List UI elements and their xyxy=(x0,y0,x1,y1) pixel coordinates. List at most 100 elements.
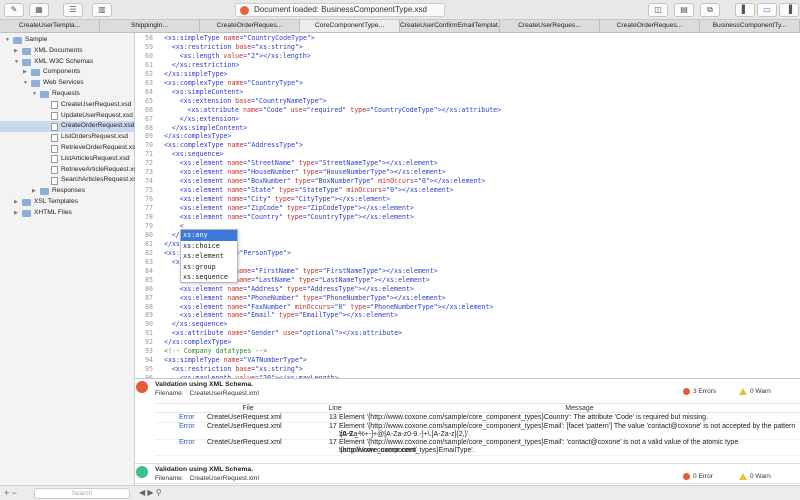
code-line[interactable]: 67 </xs:extension> xyxy=(135,115,800,124)
autocomplete-option[interactable]: xs:group xyxy=(181,262,237,273)
code-line[interactable]: 62 </xs:simpleType> xyxy=(135,70,800,79)
code-line[interactable]: 70 <xs:complexType name="AddressType"> xyxy=(135,141,800,150)
tree-node[interactable]: UpdateUserRequest.xsd xyxy=(0,111,135,122)
panel-center-icon[interactable]: ▭ xyxy=(757,3,777,17)
code-line[interactable]: 72 <xs:element name="StreetName" type="St… xyxy=(135,159,800,168)
code-token: ></xs:element> xyxy=(358,204,414,213)
disclosure-open-icon[interactable]: ▼ xyxy=(32,89,37,100)
code-line[interactable]: 90 </xs:sequence> xyxy=(135,320,800,329)
code-line[interactable]: 93 <!-- Company datatypes --> xyxy=(135,347,800,356)
tree-node[interactable]: ListArticlesRequest.xsd xyxy=(0,154,135,165)
disclosure-closed-icon[interactable]: ▶ xyxy=(14,46,18,57)
panel-right-icon[interactable]: ▐ xyxy=(779,3,799,17)
code-line[interactable]: 88 <xs:element name="FaxNumber" minOccurs… xyxy=(135,303,800,312)
code-line[interactable]: 59 <xs:restriction base="xs:string"> xyxy=(135,43,800,52)
code-line[interactable]: 63 <xs:complexType name="CountryType"> xyxy=(135,79,800,88)
disclosure-open-icon[interactable]: ▼ xyxy=(23,78,28,89)
code-text: <xs:restriction base="xs:string"> xyxy=(172,365,303,374)
autocomplete-option[interactable]: xs:any xyxy=(181,230,237,241)
autocomplete-option[interactable]: xs:element xyxy=(181,251,237,262)
tree-node[interactable]: ▶ XML Documents xyxy=(0,46,135,57)
tree-node[interactable]: CreateUserRequest.xsd xyxy=(0,100,135,111)
autocomplete-option[interactable]: xs:choice xyxy=(181,241,237,252)
code-editor[interactable]: 58 <xs:simpleType name="CountryCodeType">… xyxy=(135,33,800,378)
disclosure-closed-icon[interactable]: ▶ xyxy=(23,67,27,78)
code-line[interactable]: 92 </xs:complexType> xyxy=(135,338,800,347)
tab-item[interactable]: BusinessComponentTy... xyxy=(700,20,800,32)
validation-row[interactable]: Error CreateUserRequest.xml 17 Element '{ht… xyxy=(155,439,800,456)
tab-item[interactable]: CoreComponentType... xyxy=(300,20,400,32)
code-line[interactable]: 65 <xs:extension base="CountryNameType"> xyxy=(135,97,800,106)
tree-node[interactable]: ▼ Requests xyxy=(0,89,135,100)
disclosure-closed-icon[interactable]: ▶ xyxy=(14,208,18,219)
code-line[interactable]: 69 </xs:complexType> xyxy=(135,132,800,141)
disclosure-open-icon[interactable]: ▼ xyxy=(14,57,19,68)
tree-node[interactable]: CreateOrderRequest.xsd xyxy=(0,121,135,133)
table-icon[interactable]: ▦ xyxy=(29,3,49,17)
code-line[interactable]: 95 <xs:restriction base="xs:string"> xyxy=(135,365,800,374)
tree-node[interactable]: ▶ XSL Templates xyxy=(0,197,135,208)
code-line[interactable]: 78 <xs:element name="Country" type="Count… xyxy=(135,213,800,222)
code-token: minOccurs xyxy=(294,302,331,311)
row-file: CreateUserRequest.xml xyxy=(207,422,282,430)
tab-item[interactable]: CreateUserTempla... xyxy=(0,20,100,32)
tab-item[interactable]: CreateUserReques... xyxy=(500,20,600,32)
tree-node[interactable]: RetrieveOrderRequest.xsd xyxy=(0,143,139,154)
sidebar-search-input[interactable]: Search xyxy=(34,488,130,499)
list-icon[interactable]: ☰ xyxy=(63,3,83,17)
code-token: "CountryNameType" xyxy=(255,96,323,105)
tree-node[interactable]: ▼ Web Services xyxy=(0,78,135,89)
code-line[interactable]: 74 <xs:element name="BoxNumber" type="Box… xyxy=(135,177,800,186)
code-line[interactable]: 64 <xs:simpleContent> xyxy=(135,88,800,97)
code-line[interactable]: 89 <xs:element name="Email" type="EmailTy… xyxy=(135,311,800,320)
code-line[interactable]: 60 <xs:length value="2"></xs:length> xyxy=(135,52,800,61)
tab-item[interactable]: ShippingIn... xyxy=(100,20,200,32)
sidebar-icon[interactable]: ▥ xyxy=(92,3,112,17)
stack-icon[interactable]: ⧉ xyxy=(700,3,720,17)
code-line[interactable]: 75 <xs:element name="State" type="StateTy… xyxy=(135,186,800,195)
code-line[interactable]: 66 <xs:attribute name="Code" use="require… xyxy=(135,106,800,115)
code-line[interactable]: 77 <xs:element name="ZipCode" type="ZipCo… xyxy=(135,204,800,213)
columns-icon[interactable]: ▤ xyxy=(674,3,694,17)
tree-node[interactable]: SearchArticlesRequest.xsd xyxy=(0,175,140,186)
split-icon[interactable]: ◫ xyxy=(648,3,668,17)
code-line[interactable]: 61 </xs:restriction> xyxy=(135,61,800,70)
code-token: type xyxy=(298,275,315,284)
code-token: ></xs:length> xyxy=(259,51,311,60)
code-text: <xs:length value="2"></xs:length> xyxy=(180,52,311,61)
disclosure-open-icon[interactable]: ▼ xyxy=(5,35,10,46)
disclosure-closed-icon[interactable]: ▶ xyxy=(14,197,18,208)
line-number: 78 xyxy=(145,213,153,221)
code-line[interactable]: 94 <xs:simpleType name="VATNumberType"> xyxy=(135,356,800,365)
tree-node[interactable]: ▼ XML W3C Schemas xyxy=(0,57,135,68)
code-token: ></xs:element> xyxy=(398,186,454,195)
autocomplete-popup[interactable]: xs:any xs:choice xs:element xs:group xs:sequ… xyxy=(180,229,238,283)
tree-node[interactable]: ▶ Responses xyxy=(0,186,135,197)
tree-node[interactable]: ▶ Components xyxy=(0,67,135,78)
code-line[interactable]: 68 </xs:simpleContent> xyxy=(135,124,800,133)
code-line[interactable]: 87 <xs:element name="PhoneNumber" type="P… xyxy=(135,294,800,303)
tree-node[interactable]: ListOrdersRequest.xsd xyxy=(0,132,135,143)
disclosure-closed-icon[interactable]: ▶ xyxy=(32,186,36,197)
code-line[interactable]: 76 <xs:element name="City" type="CityType… xyxy=(135,195,800,204)
code-text: <xs:element name="Country" type="Country… xyxy=(180,213,414,222)
code-token: "FaxNumber" xyxy=(247,302,295,311)
code-token: type xyxy=(302,168,319,177)
tree-node[interactable]: ▶ XHTML Files xyxy=(0,208,135,219)
code-line[interactable]: 58 <xs:simpleType name="CountryCodeType"> xyxy=(135,34,800,43)
bottom-navigation-bar[interactable]: ◀ ▶ ⚲ xyxy=(135,485,800,500)
code-line[interactable]: 86 <xs:element name="Address" type="Addre… xyxy=(135,285,800,294)
tree-node[interactable]: ▼ Sample xyxy=(0,35,135,46)
tab-item[interactable]: CreateUserConfirmEmailTemplat... xyxy=(400,20,500,32)
autocomplete-option[interactable]: xs:sequence xyxy=(181,272,237,283)
validation-row[interactable]: Error CreateUserRequest.xml 17 Element '{ht… xyxy=(155,423,800,440)
tree-node[interactable]: RetrieveArticleRequest.xsd xyxy=(0,165,141,176)
code-line[interactable]: 71 <xs:sequence> xyxy=(135,150,800,159)
code-line[interactable]: 73 <xs:element name="HouseNumber" type="H… xyxy=(135,168,800,177)
add-remove-icon[interactable]: + − xyxy=(4,488,17,498)
tab-item[interactable]: CreateOrderReques... xyxy=(600,20,700,32)
code-line[interactable]: 91 <xs:attribute name="Gender" use="optio… xyxy=(135,329,800,338)
panel-left-icon[interactable]: ▌ xyxy=(735,3,755,17)
wand-icon[interactable]: ✎ xyxy=(4,3,24,17)
tab-item[interactable]: CreateOrderReques... xyxy=(200,20,300,32)
